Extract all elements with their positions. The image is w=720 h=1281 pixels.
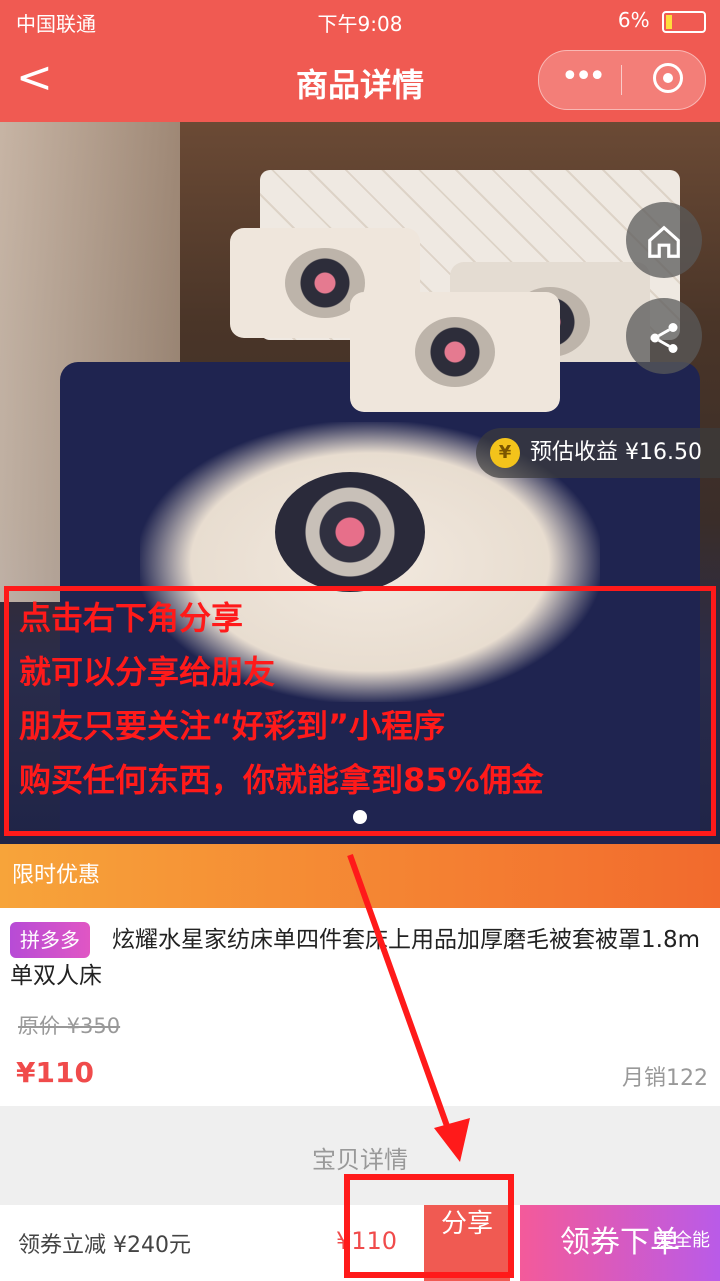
home-button[interactable] (626, 202, 702, 278)
bottom-price: ¥110 (336, 1227, 398, 1255)
pillow-ornament (415, 317, 495, 387)
coupon-label: 领券立减 ¥240元 (18, 1233, 191, 1258)
battery-icon (662, 10, 706, 33)
battery-percent: 6% (617, 8, 650, 32)
more-button[interactable]: ••• (561, 59, 606, 94)
share-float-button[interactable] (626, 298, 702, 374)
product-info: 炫耀水星家纺床单四件套床上用品加厚磨毛被套被罩1.8m单双人床 拼多多 原价 ¥… (0, 908, 720, 1106)
promo-banner: 限时优惠 (0, 844, 720, 908)
original-price: 原价 ¥350 (18, 1014, 121, 1038)
annotation-line: 朋友只要关注“好彩到”小程序 (19, 707, 446, 745)
home-icon (648, 225, 680, 258)
menu-capsule: ••• (538, 50, 706, 110)
bottom-bar: 领券立减 ¥240元 ¥110 分享 领券下单 (0, 1205, 720, 1281)
duvet-medallion (275, 472, 425, 592)
annotation-line: 购买任何东西，你就能拿到85%佣金 (19, 761, 544, 799)
earnings-label: 预估收益 ¥16.50 (530, 440, 702, 465)
coin-icon: ¥ (490, 438, 521, 468)
estimated-earnings: ¥ 预估收益 ¥16.50 (476, 428, 720, 478)
status-bar: 中国联通 下午9:08 6% (0, 0, 720, 40)
product-title: 炫耀水星家纺床单四件套床上用品加厚磨毛被套被罩1.8m单双人床 (10, 927, 700, 989)
nav-bar: < 商品详情 ••• (0, 40, 720, 122)
carousel-indicator[interactable] (353, 810, 367, 824)
battery-indicator: 6% (618, 8, 706, 33)
share-button[interactable]: 分享 (424, 1205, 510, 1281)
current-price: ¥110 (16, 1056, 94, 1089)
annotation-line: 就可以分享给朋友 (19, 653, 276, 691)
monthly-sales: 月销122 (622, 1066, 708, 1091)
annotation-box: 点击右下角分享 就可以分享给朋友 朋友只要关注“好彩到”小程序 购买任何东西，你… (4, 586, 716, 836)
share-icon (650, 322, 678, 353)
status-time: 下午9:08 (317, 12, 403, 36)
capsule-divider (621, 65, 622, 95)
annotation-line: 点击右下角分享 (19, 599, 244, 637)
watermark: 爱全能 (656, 1230, 710, 1251)
detail-section-title: 宝贝详情 (312, 1146, 408, 1174)
product-image[interactable]: ¥ 预估收益 ¥16.50 点击右下角分享 就可以分享给朋友 朋友只要关注“好彩到… (0, 122, 720, 844)
pillow (350, 292, 560, 412)
close-target-icon[interactable] (653, 63, 683, 93)
platform-tag: 拼多多 (10, 922, 90, 958)
